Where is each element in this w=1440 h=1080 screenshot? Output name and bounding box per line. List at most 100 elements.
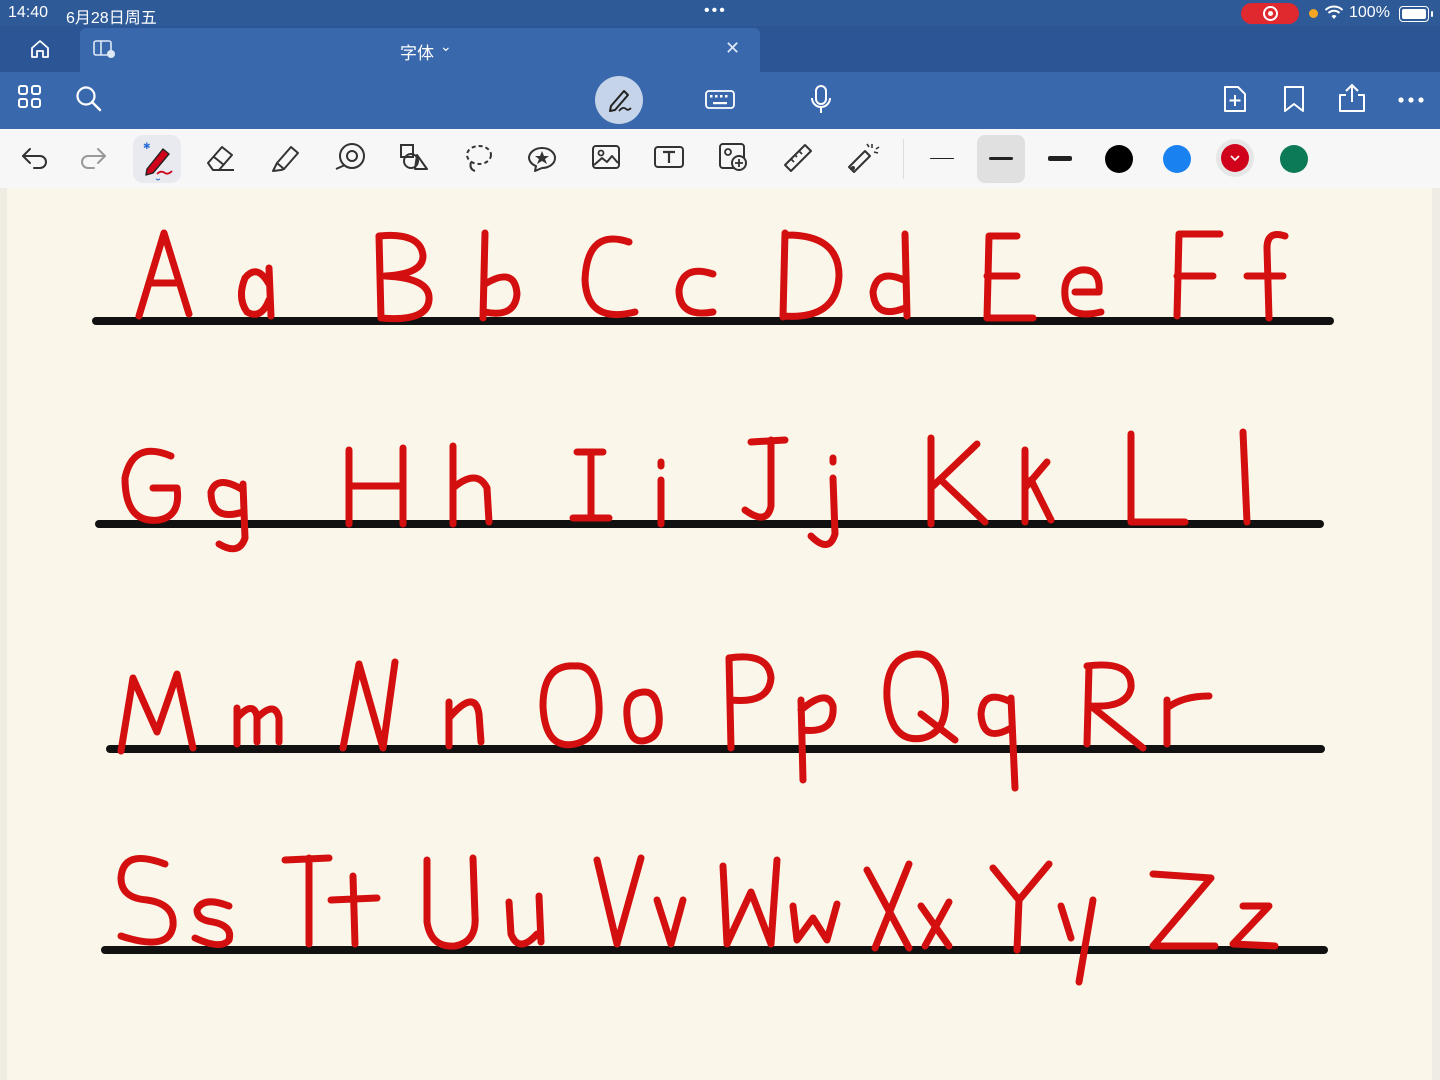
stroke-thick-icon: [1048, 156, 1072, 161]
microphone-icon[interactable]: [810, 84, 832, 116]
letter-M: [117, 670, 197, 755]
undo-icon[interactable]: [20, 145, 50, 171]
color-blue-swatch[interactable]: [1163, 145, 1191, 173]
letter-A: [135, 229, 193, 320]
add-page-icon[interactable]: [1222, 84, 1248, 114]
stroke-medium-button[interactable]: [977, 135, 1025, 183]
letter-F: [1173, 230, 1224, 320]
element-icon[interactable]: [397, 141, 431, 175]
note-page[interactable]: [7, 188, 1432, 1080]
letter-z: [1229, 902, 1279, 950]
letter-g: [207, 479, 249, 553]
ruler-icon[interactable]: [781, 141, 815, 175]
pen-mode-button[interactable]: [595, 76, 643, 124]
svg-text:✱: ✱: [143, 142, 151, 152]
chevron-down-icon[interactable]: ⌄: [440, 38, 452, 55]
color-red-selected: [1221, 144, 1249, 172]
stroke-thick-button[interactable]: [1036, 135, 1084, 183]
letter-H: [345, 444, 407, 528]
letter-B: [375, 231, 433, 323]
letter-W: [719, 856, 781, 948]
letter-T: [281, 854, 333, 948]
textbox-icon[interactable]: [652, 141, 686, 173]
camera-icon[interactable]: [717, 141, 751, 175]
highlighter-icon[interactable]: [269, 141, 303, 175]
letter-X: [863, 860, 913, 952]
letter-K: [927, 434, 989, 528]
letter-b: [479, 229, 521, 322]
record-icon: [1263, 6, 1278, 21]
letter-D: [779, 229, 843, 321]
home-button[interactable]: [0, 26, 80, 72]
close-tab-button[interactable]: ✕: [725, 38, 740, 59]
lasso-icon[interactable]: [461, 141, 495, 175]
letter-V: [593, 854, 645, 948]
letter-O: [539, 662, 603, 749]
letter-d: [869, 230, 911, 320]
stroke-thin-button[interactable]: [918, 135, 966, 183]
color-red-swatch[interactable]: [1216, 139, 1254, 177]
letter-Z: [1149, 870, 1219, 950]
pen-mode-icon: [609, 90, 632, 112]
stroke-thin-icon: [930, 158, 954, 159]
drawing-toolbar: ✱: [0, 129, 1440, 189]
laser-pointer-icon[interactable]: [845, 141, 881, 175]
letter-C: [581, 235, 639, 319]
keyboard-icon[interactable]: [704, 88, 736, 112]
wifi-icon: [1324, 5, 1344, 19]
sticker-icon[interactable]: [525, 141, 559, 175]
multitasking-dots[interactable]: •••: [704, 2, 727, 20]
letter-o: [623, 688, 663, 745]
screen-recording-indicator[interactable]: [1241, 3, 1299, 24]
letter-h: [449, 442, 493, 528]
document-title[interactable]: 字体: [400, 39, 434, 64]
pen-tool-button[interactable]: ✱: [133, 135, 181, 183]
letter-q: [977, 693, 1019, 792]
letter-w: [789, 900, 841, 944]
letter-t: [327, 872, 381, 948]
color-green-swatch[interactable]: [1280, 145, 1308, 173]
letter-f: [1243, 231, 1289, 322]
letter-c: [675, 267, 717, 317]
toolbar-divider: [903, 139, 904, 179]
share-icon[interactable]: [1337, 82, 1367, 114]
letter-y: [1057, 896, 1097, 986]
chevron-down-icon: [1230, 155, 1240, 162]
document-tab[interactable]: 字体 ⌄ ✕: [80, 28, 760, 72]
battery-icon: [1399, 6, 1433, 22]
status-date: 6月28日周五: [66, 10, 157, 27]
grid-icon[interactable]: [17, 84, 43, 110]
handwritten-letters: [117, 229, 1289, 986]
search-icon[interactable]: [74, 84, 102, 112]
note-canvas[interactable]: [0, 188, 1440, 1080]
redo-icon[interactable]: [78, 145, 108, 171]
home-icon: [31, 40, 49, 58]
battery-percentage: 100%: [1349, 4, 1390, 21]
pen-icon: ✱: [143, 142, 173, 181]
split-view-icon[interactable]: [92, 38, 118, 60]
letter-m: [233, 704, 283, 748]
letter-a: [238, 264, 275, 320]
letter-e: [1061, 266, 1105, 318]
letter-G: [121, 447, 182, 524]
letter-I: [569, 448, 613, 522]
color-black-swatch[interactable]: [1105, 145, 1133, 173]
letter-L: [1127, 430, 1189, 526]
eraser-icon[interactable]: [204, 141, 238, 175]
status-time: 14:40: [8, 4, 49, 21]
ruled-lines: [92, 317, 1334, 954]
letter-x: [917, 898, 953, 950]
shape-tool-icon[interactable]: [333, 141, 369, 175]
stroke-medium-icon: [989, 157, 1013, 160]
letter-r: [1163, 692, 1213, 748]
image-icon[interactable]: [590, 141, 622, 173]
letter-p: [797, 694, 837, 784]
status-bar: 14:40 6月28日周五 ••• 100%: [0, 0, 1440, 27]
letter-u: [505, 892, 545, 948]
letter-J: [741, 436, 789, 521]
more-icon[interactable]: [1397, 96, 1425, 104]
letter-R: [1083, 661, 1147, 752]
letter-S: [117, 854, 177, 946]
mic-in-use-dot: [1309, 9, 1318, 18]
bookmark-icon[interactable]: [1282, 84, 1306, 114]
